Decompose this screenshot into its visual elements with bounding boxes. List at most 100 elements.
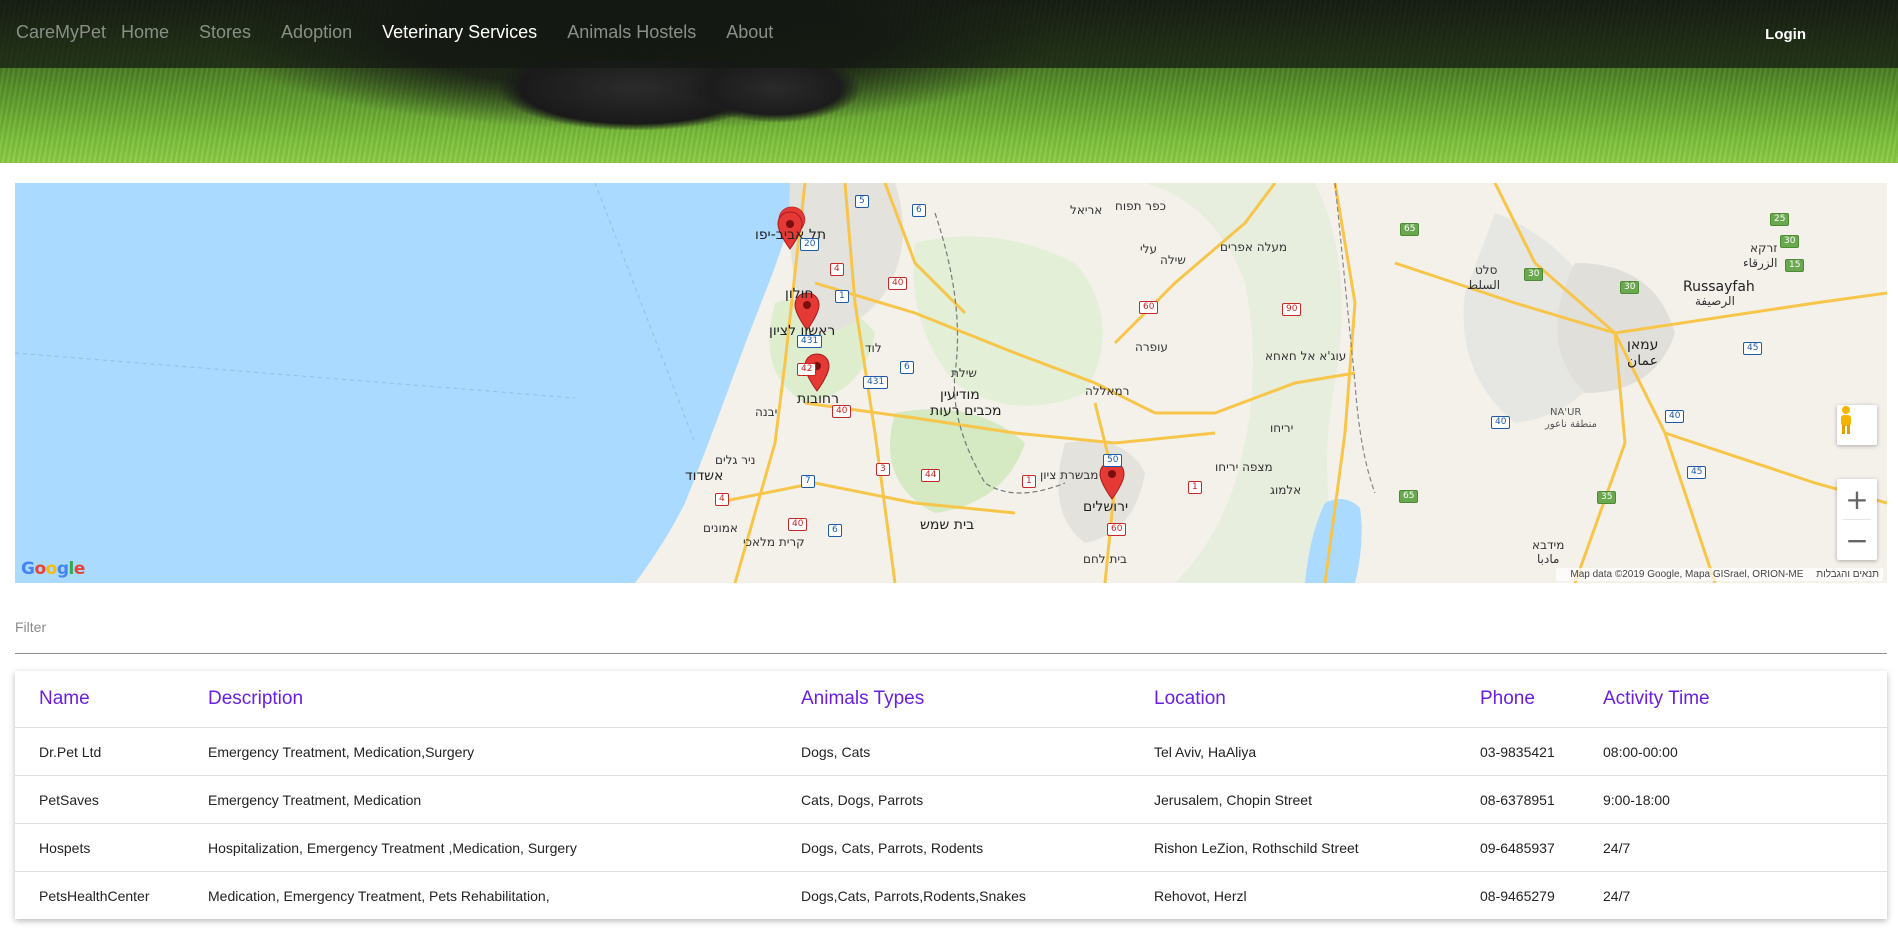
map-label: לוד <box>865 341 882 355</box>
column-header-description[interactable]: Description <box>208 671 801 728</box>
zoom-out-button[interactable]: − <box>1837 520 1877 560</box>
cell-animals-types: Dogs, Cats <box>801 727 1154 776</box>
map-label: مادبا <box>1537 552 1560 566</box>
dog-paw-image <box>690 66 860 122</box>
hero-banner: CareMyPet Home Stores Adoption Veterinar… <box>0 0 1898 163</box>
map-label: מצפה יריחו <box>1215 460 1273 474</box>
cell-activity-time: 24/7 <box>1603 887 1631 904</box>
column-header-activity-time[interactable]: Activity Time <box>1603 671 1887 728</box>
map-label: ירושלים <box>1083 499 1129 515</box>
column-header-location[interactable]: Location <box>1154 671 1480 728</box>
map-label: NA'UR <box>1550 407 1582 418</box>
road-number-shield: 6 <box>912 204 926 217</box>
street-view-pegman-button[interactable] <box>1837 405 1877 445</box>
road-number-shield: 60 <box>1107 523 1127 536</box>
road-number-shield: 45 <box>1743 342 1763 355</box>
map-attribution: Map data ©2019 Google, Mapa GISrael, ORI… <box>1556 568 1883 581</box>
map-label: מכבים רעות <box>930 403 1002 419</box>
column-header-phone[interactable]: Phone <box>1480 671 1603 728</box>
login-button[interactable]: Login <box>1765 26 1806 43</box>
road-number-shield: 60 <box>1139 301 1159 314</box>
map-marker-jerusalem[interactable] <box>1099 461 1125 501</box>
terms-link[interactable]: תנאים והגבלות <box>1816 569 1879 580</box>
map-label: עמאן <box>1627 337 1659 353</box>
nav-link-adoption[interactable]: Adoption <box>281 22 352 43</box>
road-number-shield: 40 <box>788 518 808 531</box>
pegman-icon <box>1841 406 1851 434</box>
brand-logo[interactable]: CareMyPet <box>16 22 106 43</box>
road-number-shield: 30 <box>1620 281 1640 294</box>
road-number-shield: 65 <box>1400 223 1420 236</box>
navbar: CareMyPet Home Stores Adoption Veterinar… <box>0 0 1898 68</box>
map-label: السلط <box>1467 278 1501 292</box>
map-label: עוג'א אל חאחא <box>1265 349 1347 363</box>
cell-location: Jerusalem, Chopin Street <box>1154 775 1480 824</box>
nav-link-veterinary-services[interactable]: Veterinary Services <box>382 22 537 43</box>
cell-activity-time: 9:00-18:00 <box>1603 775 1887 824</box>
road-number-shield: 50 <box>1103 454 1123 467</box>
cell-description: Emergency Treatment, Medication,Surgery <box>208 727 801 776</box>
road-number-shield: 4 <box>715 493 729 506</box>
filter-input[interactable] <box>15 615 1887 639</box>
map-label: כפר תפוח <box>1115 199 1166 213</box>
road-number-shield: 44 <box>921 469 941 482</box>
map-label: זרקא <box>1750 241 1778 255</box>
map-label: שילה <box>1160 253 1186 267</box>
map-label: אמונים <box>703 521 738 535</box>
road-number-shield: 40 <box>1665 410 1685 423</box>
map-label: שילת <box>951 366 977 380</box>
map-label: منطقة ناعور <box>1545 419 1597 430</box>
filter-field <box>15 615 1887 654</box>
road-number-shield: 1 <box>835 290 849 303</box>
cell-name: Dr.Pet Ltd <box>15 727 208 776</box>
road-number-shield: 3 <box>876 463 890 476</box>
road-number-shield: 6 <box>828 524 842 537</box>
cell-activity-time: 08:00-00:00 <box>1603 727 1887 776</box>
nav-link-about[interactable]: About <box>726 22 773 43</box>
cell-name: PetsHealthCenter <box>39 887 150 904</box>
table-row[interactable]: PetsHealthCenter Medication, Emergency T… <box>15 872 1887 920</box>
road-number-shield: 40 <box>888 277 908 290</box>
road-number-shield: 20 <box>800 238 820 251</box>
road-number-shield: 431 <box>797 335 823 348</box>
table-row[interactable]: Hospets Hospitalization, Emergency Treat… <box>15 823 1887 872</box>
road-number-shield: 30 <box>1780 235 1800 248</box>
map-label: מידבא <box>1532 538 1565 552</box>
cell-phone: 08-9465279 <box>1480 887 1555 904</box>
road-number-shield: 90 <box>1282 303 1302 316</box>
zoom-in-button[interactable]: + <box>1837 479 1877 519</box>
road-number-shield: 40 <box>1491 416 1511 429</box>
nav-link-animals-hostels[interactable]: Animals Hostels <box>567 22 696 43</box>
cell-activity-time: 24/7 <box>1603 823 1887 872</box>
table-row[interactable]: PetSaves Emergency Treatment, Medication… <box>15 775 1887 824</box>
road-number-shield: 30 <box>1524 268 1544 281</box>
map-label: בית שמש <box>920 517 975 533</box>
map-label: الزرقاء <box>1743 256 1778 270</box>
google-logo[interactable]: Google <box>21 559 85 579</box>
nav-link-home[interactable]: Home <box>121 22 169 43</box>
cell-animals-types: Dogs,Cats, Parrots,Rodents,Snakes <box>801 887 1026 904</box>
map-label: רמאללה <box>1085 384 1130 398</box>
map-label: סלט <box>1475 263 1498 277</box>
attribution-text: Map data ©2019 Google, Mapa GISrael, ORI… <box>1570 569 1804 580</box>
table-row[interactable]: Dr.Pet Ltd Emergency Treatment, Medicati… <box>15 727 1887 776</box>
zoom-controls: + − <box>1837 479 1877 560</box>
cell-description: Emergency Treatment, Medication <box>208 775 801 824</box>
cell-phone: 09-6485937 <box>1480 823 1603 872</box>
column-header-name[interactable]: Name <box>15 671 208 728</box>
table-header-row: Name Description Animals Types Location … <box>15 671 1887 728</box>
cell-animals-types: Cats, Dogs, Parrots <box>801 775 1154 824</box>
map-label: אלמוג <box>1270 483 1302 497</box>
map-label: عمان <box>1627 353 1658 369</box>
map-label: קרית מלאכי <box>743 535 805 549</box>
map-label: ניר גלים <box>715 453 756 467</box>
nav-links: Home Stores Adoption Veterinary Services… <box>121 22 803 43</box>
nav-link-stores[interactable]: Stores <box>199 22 251 43</box>
google-map[interactable]: תל אביב-יפו חולון ראשון לציון רחובות לוד… <box>15 183 1887 583</box>
column-header-animals-types[interactable]: Animals Types <box>801 671 1154 728</box>
map-label: עלי <box>1140 242 1158 256</box>
road-number-shield: 45 <box>1687 466 1707 479</box>
cell-location: Rishon LeZion, Rothschild Street <box>1154 823 1480 872</box>
map-label: الرصيفة <box>1695 294 1735 308</box>
map-label: Russayfah <box>1683 279 1755 295</box>
